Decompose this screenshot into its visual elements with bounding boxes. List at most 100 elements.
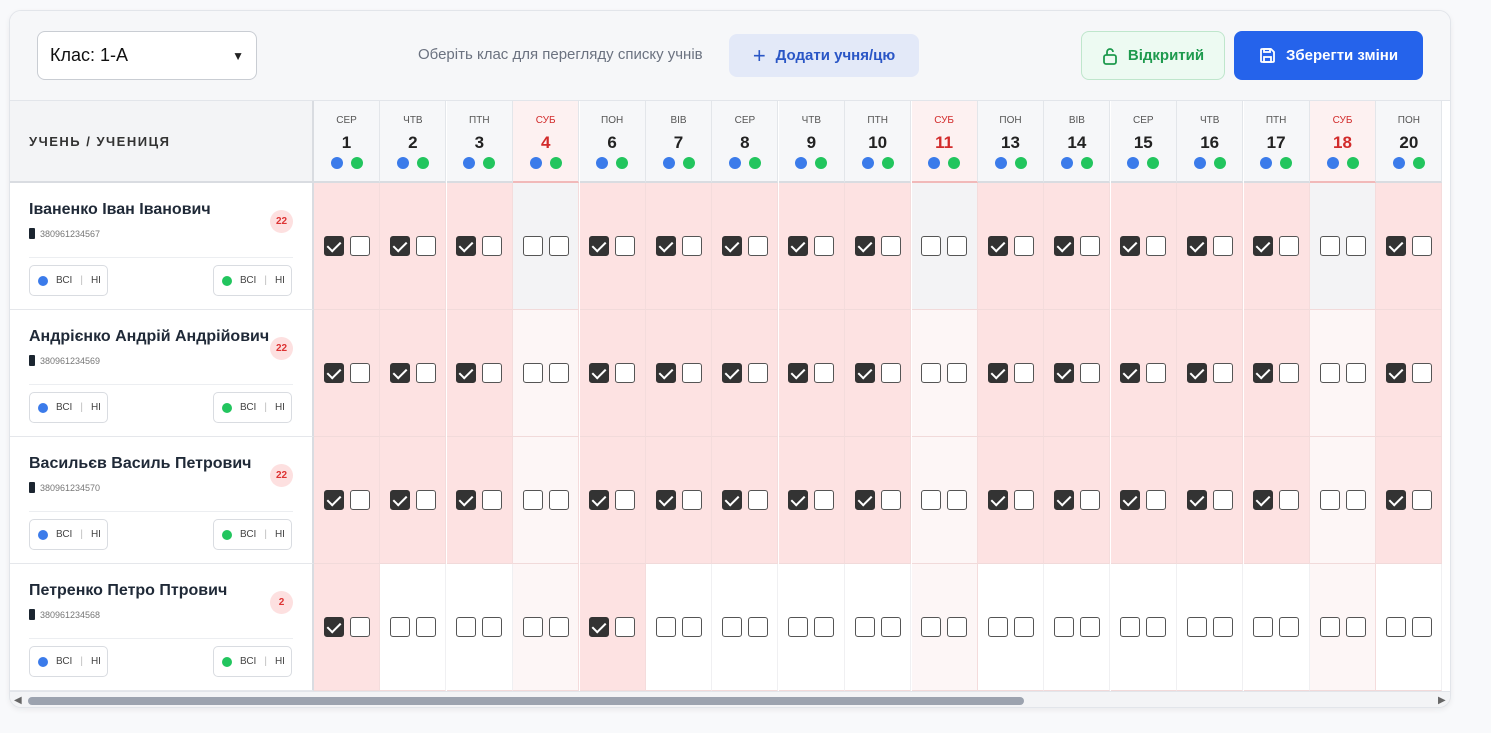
lunch-checkbox[interactable] (349, 363, 370, 383)
breakfast-checkbox[interactable] (1186, 617, 1207, 637)
select-none-link[interactable]: НІ (275, 529, 285, 540)
lunch-checkbox[interactable] (1345, 617, 1366, 637)
breakfast-checkbox[interactable] (788, 617, 809, 637)
breakfast-checkbox[interactable] (1385, 236, 1406, 256)
lunch-checkbox[interactable] (1013, 363, 1034, 383)
lunch-checkbox[interactable] (349, 490, 370, 510)
select-none-link[interactable]: НІ (275, 656, 285, 667)
day-header[interactable]: ПОН 13 (978, 101, 1044, 183)
lunch-checkbox[interactable] (880, 236, 901, 256)
breakfast-checkbox[interactable] (655, 490, 676, 510)
breakfast-checkbox[interactable] (655, 617, 676, 637)
breakfast-checkbox[interactable] (854, 617, 875, 637)
breakfast-dot-icon[interactable] (861, 157, 874, 169)
breakfast-dot-icon[interactable] (795, 157, 808, 169)
lunch-checkbox[interactable] (1146, 363, 1167, 383)
breakfast-checkbox[interactable] (522, 236, 543, 256)
lunch-checkbox[interactable] (1079, 363, 1100, 383)
lunch-checkbox[interactable] (615, 363, 636, 383)
breakfast-checkbox[interactable] (522, 490, 543, 510)
breakfast-checkbox[interactable] (1385, 617, 1406, 637)
breakfast-checkbox[interactable] (1253, 236, 1274, 256)
lunch-checkbox[interactable] (1079, 236, 1100, 256)
lunch-dot-icon[interactable] (1080, 157, 1093, 169)
breakfast-checkbox[interactable] (389, 617, 410, 637)
breakfast-checkbox[interactable] (1053, 617, 1074, 637)
lunch-checkbox[interactable] (1345, 363, 1366, 383)
select-none-link[interactable]: НІ (91, 656, 101, 667)
breakfast-checkbox[interactable] (987, 490, 1008, 510)
lunch-checkbox[interactable] (482, 617, 503, 637)
breakfast-checkbox[interactable] (1253, 363, 1274, 383)
breakfast-checkbox[interactable] (389, 490, 410, 510)
day-header[interactable]: ВІВ 14 (1044, 101, 1111, 183)
day-header[interactable]: СЕР 8 (712, 101, 779, 183)
breakfast-dot-icon[interactable] (1060, 157, 1073, 169)
select-none-link[interactable]: НІ (91, 275, 101, 286)
lunch-checkbox[interactable] (747, 363, 768, 383)
breakfast-checkbox[interactable] (1186, 363, 1207, 383)
breakfast-checkbox[interactable] (854, 363, 875, 383)
select-all-link[interactable]: ВСІ (56, 656, 72, 667)
breakfast-checkbox[interactable] (987, 236, 1008, 256)
select-all-link[interactable]: ВСІ (240, 529, 256, 540)
breakfast-toggle-all-chip[interactable]: ВСІ | НІ (29, 392, 108, 423)
lunch-checkbox[interactable] (1411, 617, 1432, 637)
lunch-checkbox[interactable] (814, 236, 835, 256)
breakfast-checkbox[interactable] (721, 363, 742, 383)
breakfast-checkbox[interactable] (721, 617, 742, 637)
breakfast-checkbox[interactable] (389, 363, 410, 383)
breakfast-checkbox[interactable] (1385, 363, 1406, 383)
lunch-dot-icon[interactable] (616, 157, 629, 169)
breakfast-checkbox[interactable] (854, 490, 875, 510)
breakfast-checkbox[interactable] (921, 490, 942, 510)
select-none-link[interactable]: НІ (275, 402, 285, 413)
lunch-checkbox[interactable] (1411, 363, 1432, 383)
lunch-checkbox[interactable] (947, 490, 968, 510)
breakfast-dot-icon[interactable] (1260, 157, 1273, 169)
lunch-checkbox[interactable] (1146, 490, 1167, 510)
breakfast-checkbox[interactable] (1053, 363, 1074, 383)
breakfast-checkbox[interactable] (456, 363, 477, 383)
day-header[interactable]: ЧТВ 2 (380, 101, 447, 183)
lunch-dot-icon[interactable] (881, 157, 894, 169)
breakfast-dot-icon[interactable] (1392, 157, 1405, 169)
lunch-checkbox[interactable] (1013, 236, 1034, 256)
breakfast-checkbox[interactable] (456, 236, 477, 256)
breakfast-dot-icon[interactable] (529, 157, 542, 169)
select-none-link[interactable]: НІ (91, 529, 101, 540)
breakfast-checkbox[interactable] (1120, 490, 1141, 510)
breakfast-checkbox[interactable] (1253, 490, 1274, 510)
lunch-dot-icon[interactable] (1346, 157, 1359, 169)
lunch-checkbox[interactable] (947, 236, 968, 256)
breakfast-checkbox[interactable] (788, 490, 809, 510)
lunch-toggle-all-chip[interactable]: ВСІ | НІ (213, 519, 292, 550)
lunch-checkbox[interactable] (1411, 490, 1432, 510)
breakfast-checkbox[interactable] (1053, 236, 1074, 256)
day-header[interactable]: ПТН 3 (446, 101, 513, 183)
breakfast-checkbox[interactable] (921, 236, 942, 256)
breakfast-checkbox[interactable] (854, 236, 875, 256)
select-all-link[interactable]: ВСІ (240, 656, 256, 667)
breakfast-checkbox[interactable] (589, 490, 610, 510)
lunch-checkbox[interactable] (1013, 617, 1034, 637)
lunch-dot-icon[interactable] (815, 157, 828, 169)
lunch-checkbox[interactable] (1279, 236, 1300, 256)
lunch-dot-icon[interactable] (483, 157, 496, 169)
lunch-checkbox[interactable] (747, 617, 768, 637)
lunch-checkbox[interactable] (814, 363, 835, 383)
lunch-checkbox[interactable] (880, 490, 901, 510)
lunch-toggle-all-chip[interactable]: ВСІ | НІ (213, 392, 292, 423)
breakfast-dot-icon[interactable] (396, 157, 409, 169)
select-none-link[interactable]: НІ (91, 402, 101, 413)
breakfast-checkbox[interactable] (655, 236, 676, 256)
add-student-button[interactable]: + Додати учня/цю (729, 34, 919, 77)
day-header[interactable]: ПОН 20 (1376, 101, 1443, 183)
day-header[interactable]: СУБ 18 (1310, 101, 1376, 183)
lunch-checkbox[interactable] (1212, 236, 1233, 256)
select-all-link[interactable]: ВСІ (56, 275, 72, 286)
lunch-dot-icon[interactable] (948, 157, 961, 169)
lunch-checkbox[interactable] (482, 236, 503, 256)
breakfast-checkbox[interactable] (1319, 363, 1340, 383)
lunch-dot-icon[interactable] (1213, 157, 1226, 169)
